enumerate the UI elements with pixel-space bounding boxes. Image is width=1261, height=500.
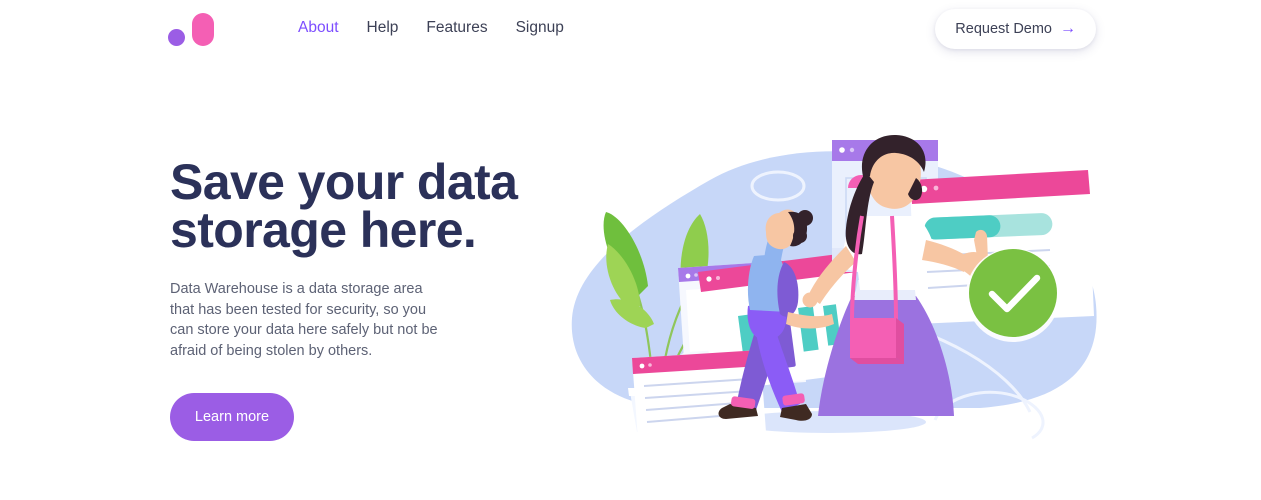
logo-dot-icon	[168, 29, 185, 46]
nav-item-signup[interactable]: Signup	[516, 19, 564, 37]
logo-pill-icon	[192, 13, 214, 46]
hero-paragraph: Data Warehouse is a data storage area th…	[170, 281, 438, 359]
headline-line-2: storage here.	[170, 202, 477, 258]
arrow-right-icon: →	[1060, 20, 1076, 37]
green-check-badge[interactable]	[966, 248, 1060, 342]
hero-copy: Save your data storage here. Data Wareho…	[170, 157, 530, 441]
nav-item-features[interactable]: Features	[426, 19, 501, 37]
site-header: About Help Features Signup Request Demo …	[0, 0, 1261, 58]
data-storage-illustration	[560, 120, 1120, 450]
learn-more-button[interactable]: Learn more	[170, 393, 294, 441]
brand-logo[interactable]	[168, 13, 214, 46]
landing-page: About Help Features Signup Request Demo …	[0, 0, 1261, 500]
page-title: Save your data storage here.	[170, 157, 530, 255]
request-demo-button[interactable]: Request Demo →	[935, 9, 1096, 49]
main-nav: About Help Features Signup	[298, 19, 564, 37]
request-demo-label: Request Demo	[955, 21, 1052, 37]
nav-item-help[interactable]: Help	[367, 19, 413, 37]
nav-item-about[interactable]: About	[298, 19, 353, 37]
